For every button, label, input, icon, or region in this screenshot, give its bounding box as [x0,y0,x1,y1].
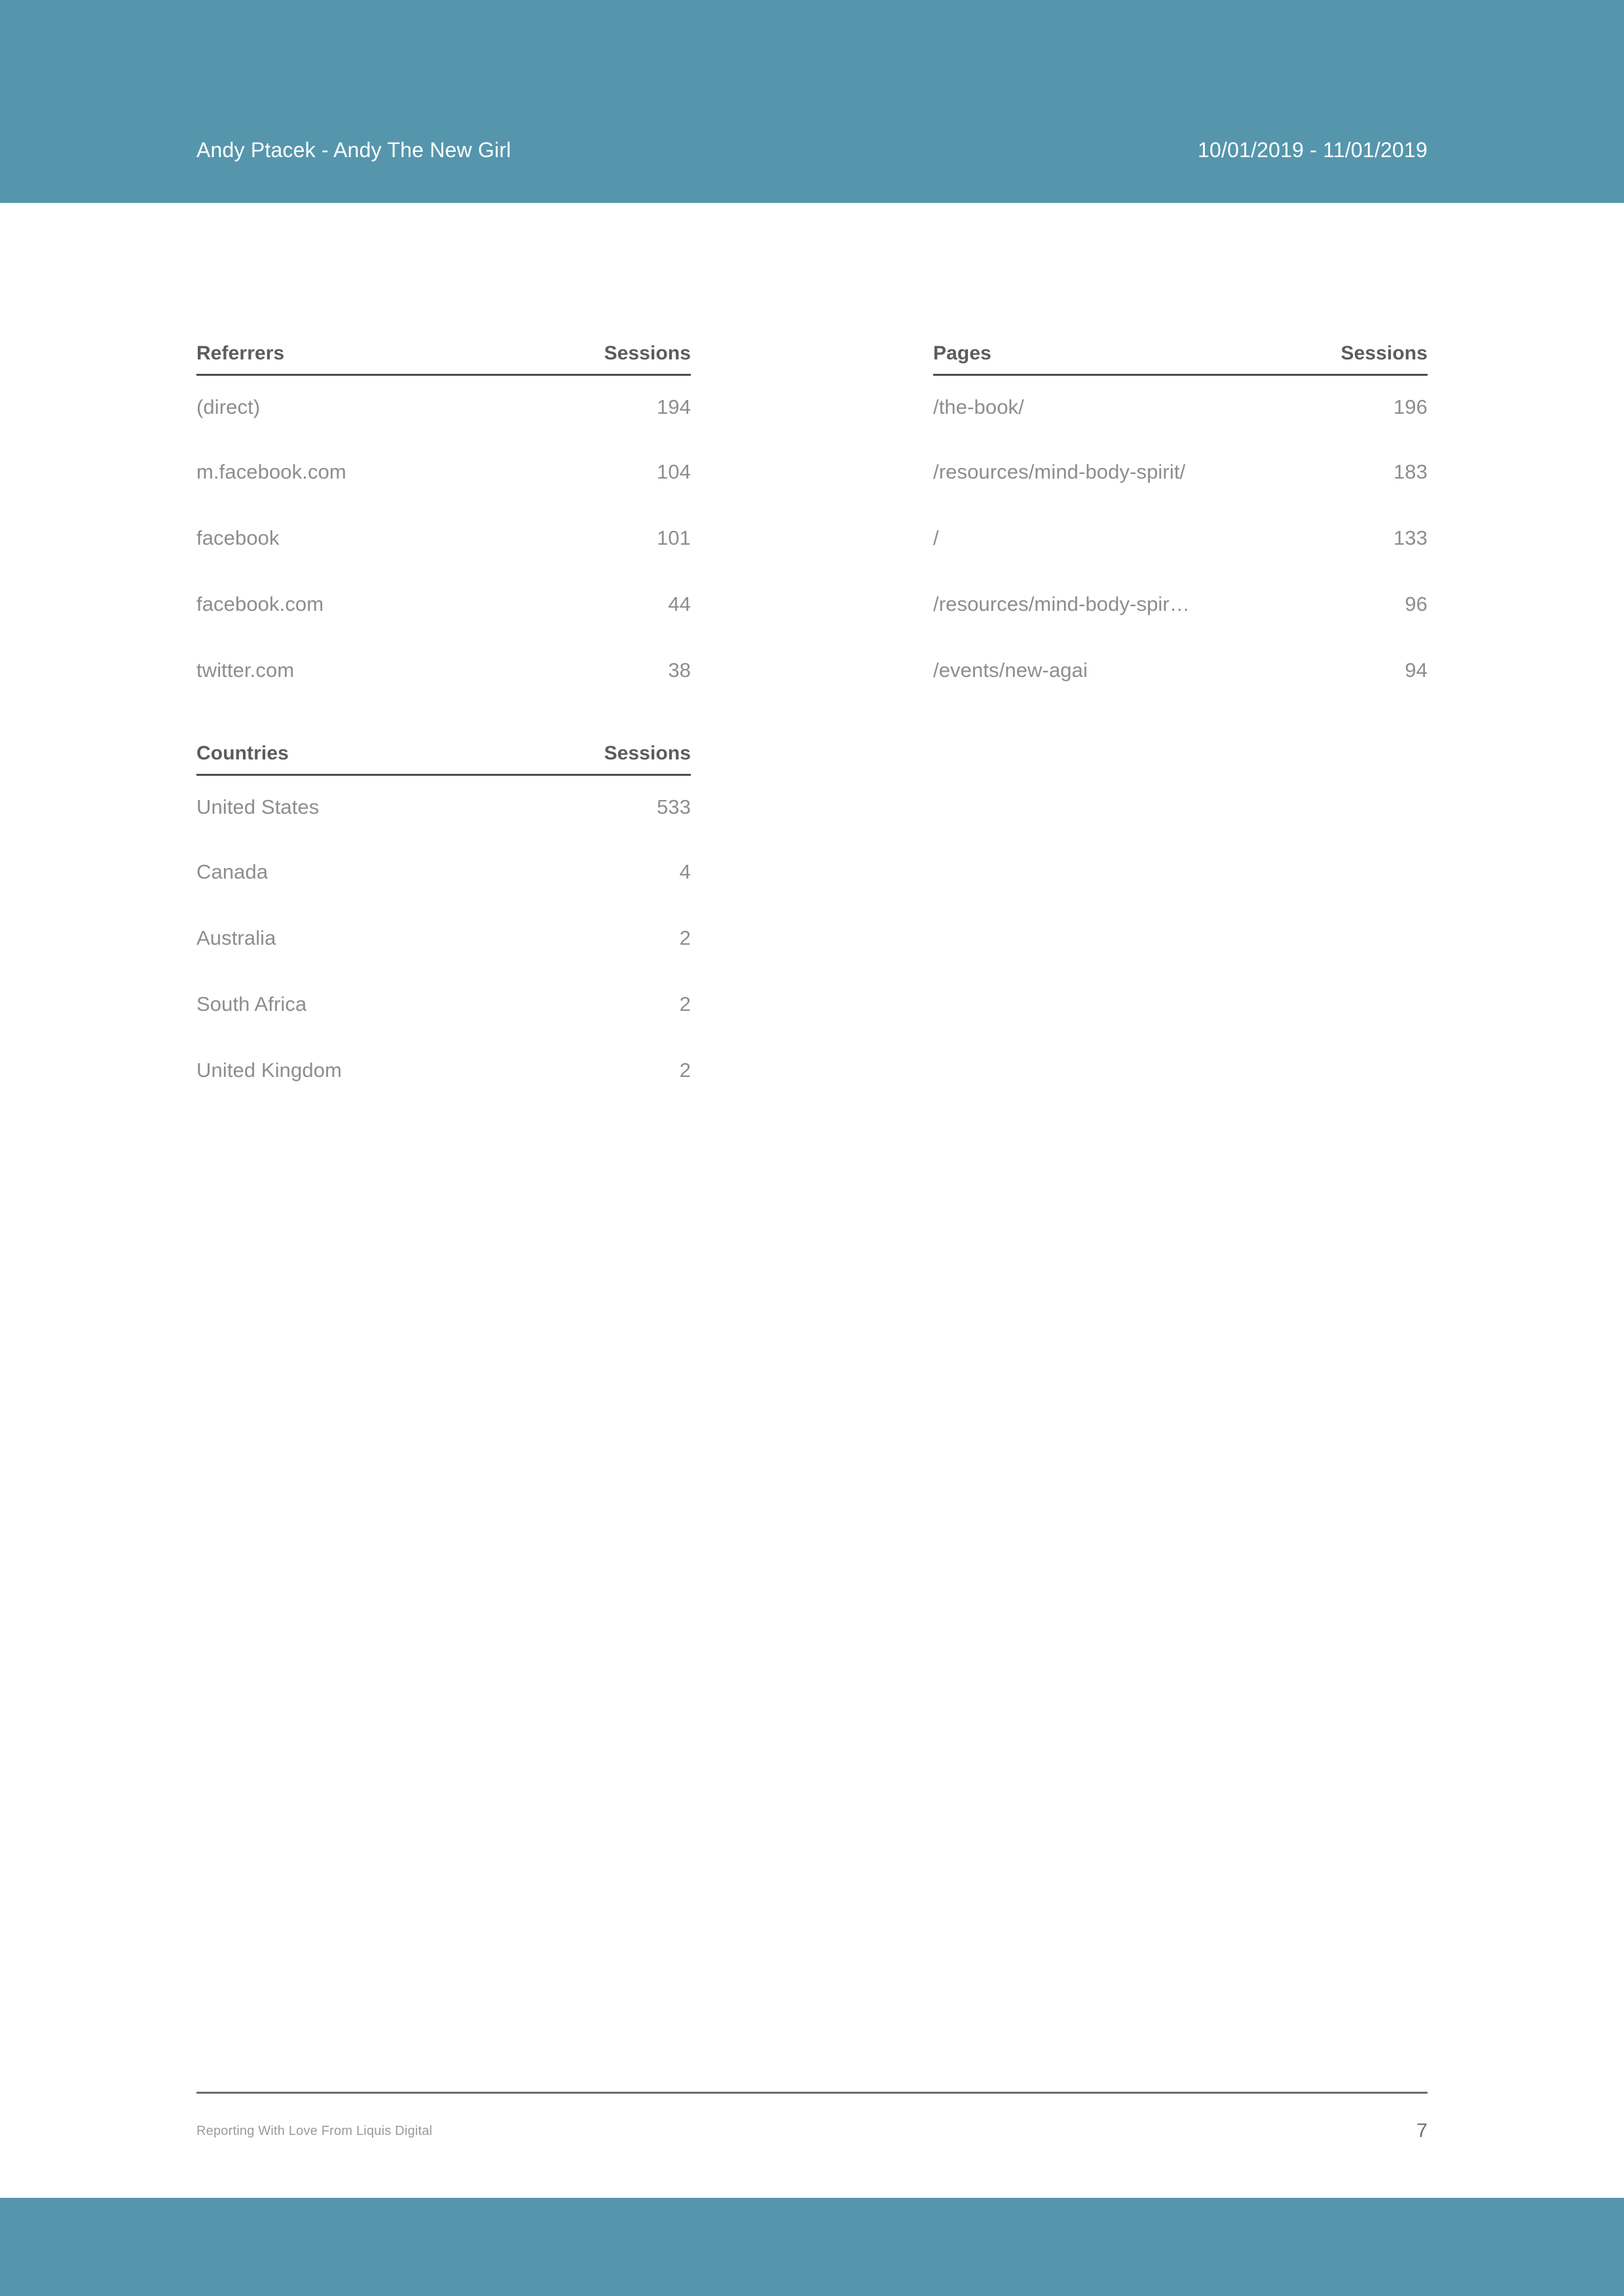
report-page: Andy Ptacek - Andy The New Girl 10/01/20… [0,0,1624,2296]
row-label: / [933,526,939,549]
row-value: 101 [656,526,691,549]
table-row: /events/new-agai 94 [933,637,1428,703]
row-label: South Africa [196,993,307,1015]
row-value: 96 [1405,592,1428,615]
row-label: /events/new-agai [933,659,1088,682]
row-value: 38 [668,659,691,682]
tables-grid: Referrers Sessions (direct) 194 m.facebo… [196,342,1428,1103]
table-row: / 133 [933,505,1428,571]
table-row: facebook 101 [196,505,691,571]
row-label: /resources/mind-body-spirit/ [933,460,1186,483]
referrers-sessions-column-header: Sessions [604,342,691,364]
table-row: Australia 2 [196,905,691,971]
pages-sessions-column-header: Sessions [1340,342,1428,364]
row-value: 183 [1393,460,1428,483]
row-label: twitter.com [196,659,295,682]
table-row: twitter.com 38 [196,637,691,703]
row-value: 533 [656,795,691,818]
row-label: /resources/mind-body-spir… [933,592,1190,615]
row-label: (direct) [196,395,261,418]
header-content: Andy Ptacek - Andy The New Girl 10/01/20… [196,0,1428,203]
row-value: 194 [656,395,691,418]
footer-content: Reporting With Love From Liquis Digital … [196,2094,1428,2142]
row-label: Canada [196,860,268,883]
countries-column-header: Countries [196,742,289,764]
row-value: 104 [656,460,691,483]
row-value: 94 [1405,659,1428,682]
table-row: United Kingdom 2 [196,1037,691,1103]
pages-column-header: Pages [933,342,991,364]
table-row: m.facebook.com 104 [196,439,691,505]
main-content: Referrers Sessions (direct) 194 m.facebo… [196,203,1428,2095]
table-row: South Africa 2 [196,971,691,1037]
countries-table-body: United States 533 Canada 4 Australia 2 S… [196,776,691,1103]
row-label: /the-book/ [933,395,1024,418]
header-band: Andy Ptacek - Andy The New Girl 10/01/20… [0,0,1624,203]
row-value: 44 [668,592,691,615]
footer-credit-label: Reporting With Love From Liquis Digital [196,2123,433,2138]
right-column: Pages Sessions /the-book/ 196 /resources… [933,342,1428,1103]
row-value: 4 [679,860,691,883]
table-row: /the-book/ 196 [933,376,1428,439]
row-label: Australia [196,926,276,949]
page-footer: Reporting With Love From Liquis Digital … [196,2092,1428,2142]
table-row: Canada 4 [196,839,691,905]
row-label: facebook [196,526,280,549]
pages-table-header: Pages Sessions [933,342,1428,376]
referrers-table-header: Referrers Sessions [196,342,691,376]
table-row: /resources/mind-body-spirit/ 183 [933,439,1428,505]
row-label: facebook.com [196,592,324,615]
row-label: United Kingdom [196,1059,342,1082]
referrers-column-header: Referrers [196,342,285,364]
countries-table: Countries Sessions United States 533 Can… [196,742,691,1103]
table-row: (direct) 194 [196,376,691,439]
row-value: 133 [1393,526,1428,549]
referrers-table-body: (direct) 194 m.facebook.com 104 facebook… [196,376,691,703]
referrers-table: Referrers Sessions (direct) 194 m.facebo… [196,342,691,703]
countries-sessions-column-header: Sessions [604,742,691,764]
table-row: United States 533 [196,776,691,839]
page-number: 7 [1416,2120,1428,2141]
left-column: Referrers Sessions (direct) 194 m.facebo… [196,342,691,1103]
row-value: 2 [679,926,691,949]
table-row: facebook.com 44 [196,571,691,637]
row-value: 196 [1393,395,1428,418]
countries-table-header: Countries Sessions [196,742,691,776]
row-value: 2 [679,1059,691,1082]
table-row: /resources/mind-body-spir… 96 [933,571,1428,637]
row-value: 2 [679,993,691,1015]
pages-table: Pages Sessions /the-book/ 196 /resources… [933,342,1428,703]
page-title: Andy Ptacek - Andy The New Girl [196,138,511,162]
row-label: m.facebook.com [196,460,346,483]
pages-table-body: /the-book/ 196 /resources/mind-body-spir… [933,376,1428,703]
footer-band [0,2198,1624,2296]
row-label: United States [196,795,320,818]
date-range-label: 10/01/2019 - 11/01/2019 [1198,138,1428,162]
